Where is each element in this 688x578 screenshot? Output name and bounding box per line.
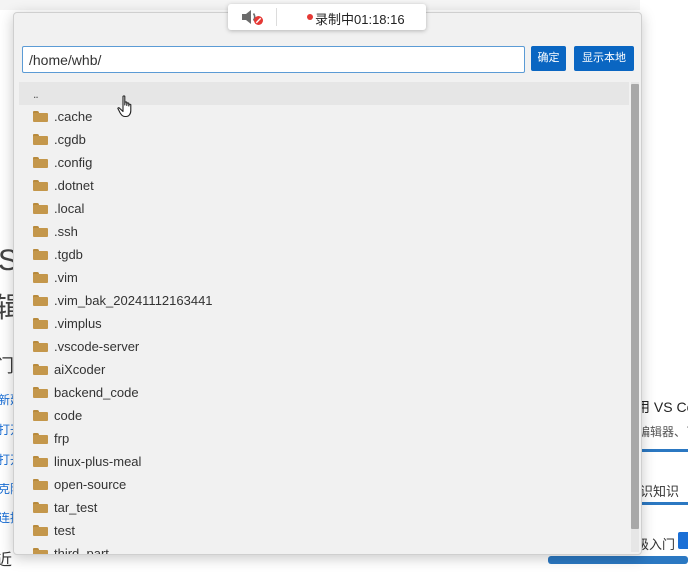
folder-name: .dotnet [54, 178, 94, 193]
folder-name: backend_code [54, 385, 139, 400]
recording-timer: 录制中01:18:16 [315, 12, 405, 27]
folder-icon [33, 525, 48, 536]
folder-name: code [54, 408, 83, 423]
folder-row[interactable]: backend_code [19, 381, 629, 404]
folder-row[interactable]: aiXcoder [19, 358, 629, 381]
folder-icon [33, 134, 48, 145]
folder-name: tar_test [54, 500, 98, 515]
folder-icon [33, 318, 48, 329]
confirm-button[interactable]: 确定 [531, 46, 566, 71]
hand-pointer-icon [117, 95, 132, 118]
folder-icon [33, 341, 48, 352]
folder-row[interactable]: .tgdb [19, 243, 629, 266]
folder-name: .ssh [54, 224, 78, 239]
folder-row[interactable]: tar_test [19, 496, 629, 519]
folder-name: .cgdb [54, 132, 86, 147]
background-bottom-bar [548, 556, 688, 564]
show-local-button[interactable]: 显示本地 [574, 46, 634, 71]
folder-row[interactable]: .vscode-server [19, 335, 629, 358]
folder-icon [33, 295, 48, 306]
folder-name: test [54, 523, 75, 538]
folder-row[interactable]: linux-plus-meal [19, 450, 629, 473]
folder-name: open-source [54, 477, 127, 492]
folder-name: frp [54, 431, 70, 446]
background-card-subtitle: 编辑器、了 [638, 425, 688, 439]
folder-name: .vim_bak_20241112163441 [54, 293, 213, 308]
folder-name: .config [54, 155, 93, 170]
recording-widget: 录制中01:18:16 [228, 4, 426, 30]
speaker-muted-icon[interactable] [240, 8, 264, 26]
folder-name: aiXcoder [54, 362, 106, 377]
file-list: .. .cache .cgdb .config .dotnet .local .ssh .t… [19, 82, 629, 554]
folder-name: .local [54, 201, 85, 216]
folder-name: .cache [54, 109, 93, 124]
folder-icon [33, 548, 48, 554]
folder-row[interactable]: open-source [19, 473, 629, 496]
background-badge [678, 532, 688, 549]
folder-row[interactable]: .ssh [19, 220, 629, 243]
path-input[interactable] [22, 46, 525, 73]
background-tab-label[interactable]: 识知识 [640, 481, 679, 500]
remote-folder-dialog: 确定 显示本地 .. .cache .cgdb .config .dotnet .loc… [13, 12, 642, 555]
background-tab-underline [640, 502, 688, 505]
folder-row[interactable]: .local [19, 197, 629, 220]
folder-icon [33, 364, 48, 375]
folder-row[interactable]: third_part [19, 542, 629, 554]
folder-row[interactable]: .cgdb [19, 128, 629, 151]
folder-icon [33, 111, 48, 122]
folder-name: .vscode-server [54, 339, 140, 354]
file-list-scrollbar-thumb[interactable] [631, 84, 639, 529]
folder-name: .vimplus [54, 316, 102, 331]
folder-row[interactable]: .cache [19, 105, 629, 128]
folder-icon [33, 180, 48, 191]
parent-directory-label: .. [33, 86, 39, 101]
recording-divider [276, 8, 277, 26]
folder-row[interactable]: .config [19, 151, 629, 174]
folder-icon [33, 272, 48, 283]
folder-icon [33, 410, 48, 421]
folder-row[interactable]: frp [19, 427, 629, 450]
folder-row[interactable]: .vimplus [19, 312, 629, 335]
background-section-fragment: 门 [0, 356, 14, 376]
folder-row[interactable]: test [19, 519, 629, 542]
folder-row[interactable]: .vim [19, 266, 629, 289]
folder-entries: .cache .cgdb .config .dotnet .local .ssh .tgdb… [19, 105, 629, 554]
folder-icon [33, 502, 48, 513]
folder-icon [33, 456, 48, 467]
folder-icon [33, 479, 48, 490]
recording-dot-icon [307, 14, 313, 20]
background-recent-fragment: 近 [0, 552, 13, 569]
parent-directory-row[interactable]: .. [19, 82, 629, 105]
folder-icon [33, 387, 48, 398]
background-card-title[interactable]: 用 VS Code [636, 397, 688, 417]
folder-name: third_part [54, 546, 109, 554]
folder-row[interactable]: .vim_bak_20241112163441 [19, 289, 629, 312]
folder-name: .tgdb [54, 247, 83, 262]
folder-name: .vim [54, 270, 78, 285]
folder-icon [33, 433, 48, 444]
folder-row[interactable]: .dotnet [19, 174, 629, 197]
folder-row[interactable]: code [19, 404, 629, 427]
folder-name: linux-plus-meal [54, 454, 142, 469]
folder-icon [33, 226, 48, 237]
folder-icon [33, 249, 48, 260]
folder-icon [33, 157, 48, 168]
folder-icon [33, 203, 48, 214]
